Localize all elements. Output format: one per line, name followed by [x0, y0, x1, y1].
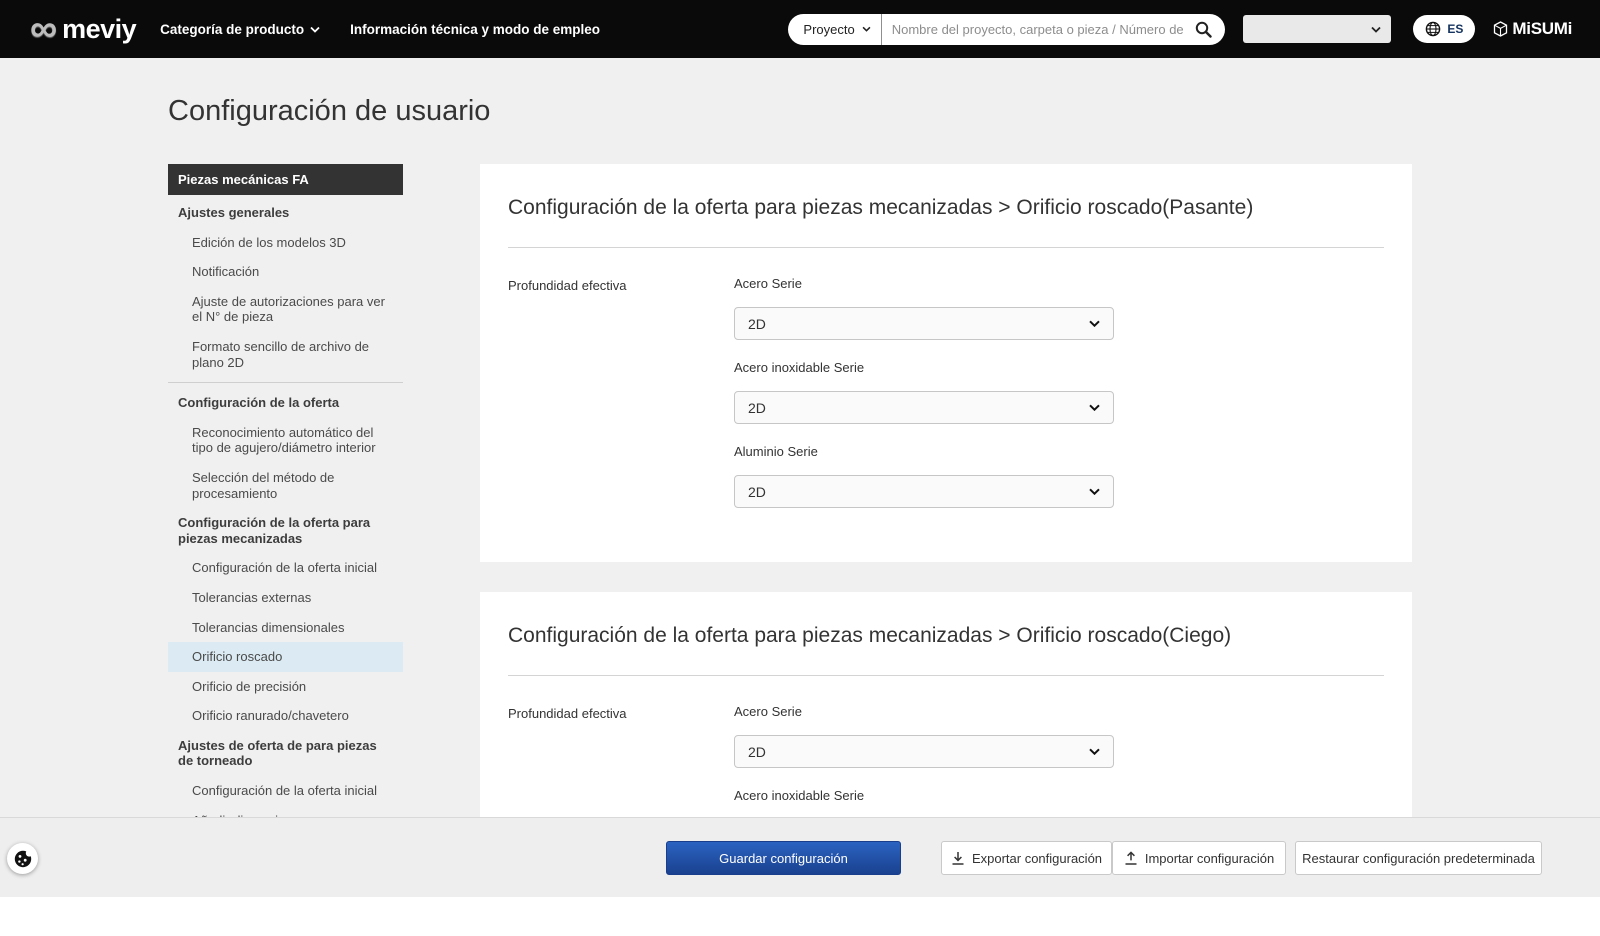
field-label-aluminio-serie: Aluminio Serie — [734, 444, 1384, 459]
cookie-settings-button[interactable] — [7, 843, 38, 874]
cube-icon — [1493, 21, 1508, 37]
sidebar-item-ajuste-autorizaciones[interactable]: Ajuste de autorizaciones para ver el N° … — [168, 287, 403, 332]
field-label-acero-inoxidable-serie: Acero inoxidable Serie — [734, 360, 1384, 375]
sidebar-item-orificio-roscado[interactable]: Orificio roscado — [168, 642, 403, 672]
field-label-acero-serie: Acero Serie — [734, 276, 1384, 291]
chevron-down-icon — [1089, 488, 1100, 495]
row-label-profundidad-efectiva: Profundidad efectiva — [508, 276, 734, 528]
sidebar-item-orificio-precision[interactable]: Orificio de precisión — [168, 672, 403, 702]
top-header: ∞ meviy Categoría de producto Informació… — [0, 0, 1600, 58]
action-footer: Guardar configuración Exportar configura… — [0, 817, 1600, 900]
card-divider — [508, 247, 1384, 248]
sidebar-section-ajustes-generales: Ajustes generales — [168, 198, 403, 228]
nav-technical-info[interactable]: Información técnica y modo de empleo — [350, 22, 600, 37]
settings-sidebar: Piezas mecánicas FA Ajustes generales Ed… — [168, 164, 403, 865]
chevron-down-icon — [1089, 748, 1100, 755]
sidebar-section-oferta-piezas-mecanizadas: Configuración de la oferta para piezas m… — [168, 508, 403, 553]
download-icon — [951, 851, 965, 866]
card-title: Configuración de la oferta para piezas m… — [508, 196, 1384, 220]
sidebar-item-formato-sencillo-2d[interactable]: Formato sencillo de archivo de plano 2D — [168, 332, 403, 377]
top-nav: Categoría de producto Información técnic… — [160, 22, 600, 37]
aluminio-serie-select[interactable]: 2D — [734, 475, 1114, 508]
chevron-down-icon — [1371, 26, 1381, 33]
misumi-logo[interactable]: MiSUMi — [1493, 19, 1572, 39]
language-label: ES — [1447, 22, 1463, 36]
import-configuration-button[interactable]: Importar configuración — [1112, 841, 1286, 875]
upload-icon — [1124, 851, 1138, 866]
meviy-logo[interactable]: ∞ meviy — [30, 14, 136, 45]
page-title: Configuración de usuario — [168, 95, 1600, 128]
sidebar-item-notificacion[interactable]: Notificación — [168, 257, 403, 287]
sidebar-item-orificio-ranurado[interactable]: Orificio ranurado/chavetero — [168, 701, 403, 731]
sidebar-item-oferta-inicial-torneado[interactable]: Configuración de la oferta inicial — [168, 776, 403, 806]
card-orificio-roscado-pasante: Configuración de la oferta para piezas m… — [480, 164, 1412, 562]
restore-default-configuration-button[interactable]: Restaurar configuración predeterminada — [1295, 841, 1542, 875]
sidebar-section-piezas-torneado: Ajustes de oferta de para piezas de torn… — [168, 731, 403, 776]
search-input[interactable] — [882, 22, 1192, 37]
sidebar-divider — [168, 382, 403, 383]
nav-product-category[interactable]: Categoría de producto — [160, 22, 320, 37]
export-configuration-button[interactable]: Exportar configuración — [941, 841, 1112, 875]
page-content: Configuración de usuario Piezas mecánica… — [0, 58, 1600, 900]
search-icon — [1195, 21, 1212, 38]
sidebar-section-configuracion-oferta: Configuración de la oferta — [168, 388, 403, 418]
sidebar-item-reconocimiento-automatico[interactable]: Reconocimiento automático del tipo de ag… — [168, 418, 403, 463]
field-label-acero-serie: Acero Serie — [734, 704, 1384, 719]
sidebar-item-tolerancias-externas[interactable]: Tolerancias externas — [168, 583, 403, 613]
search-scope-select[interactable]: Proyecto — [788, 14, 880, 45]
chevron-down-icon — [1089, 320, 1100, 327]
search-bar: Proyecto — [788, 14, 1225, 45]
cookie-icon — [13, 849, 33, 869]
save-configuration-button[interactable]: Guardar configuración — [666, 841, 901, 875]
card-title: Configuración de la oferta para piezas m… — [508, 624, 1384, 648]
chevron-down-icon — [310, 26, 320, 33]
sidebar-item-tolerancias-dimensionales[interactable]: Tolerancias dimensionales — [168, 613, 403, 643]
card-divider — [508, 675, 1384, 676]
search-button[interactable] — [1191, 21, 1225, 38]
misumi-brand-text: MiSUMi — [1512, 19, 1572, 39]
language-button[interactable]: ES — [1413, 15, 1475, 43]
sidebar-item-seleccion-metodo[interactable]: Selección del método de procesamiento — [168, 463, 403, 508]
meviy-brand-text: meviy — [62, 14, 136, 45]
header-dropdown[interactable] — [1243, 15, 1391, 43]
globe-icon — [1425, 21, 1441, 37]
sidebar-item-oferta-inicial-mecanizadas[interactable]: Configuración de la oferta inicial — [168, 553, 403, 583]
sidebar-item-piezas-mecanicas-fa[interactable]: Piezas mecánicas FA — [168, 164, 403, 195]
chevron-down-icon — [1089, 404, 1100, 411]
chevron-down-icon — [862, 26, 871, 32]
acero-inoxidable-serie-select[interactable]: 2D — [734, 391, 1114, 424]
sidebar-item-edicion-modelos-3d[interactable]: Edición de los modelos 3D — [168, 228, 403, 258]
acero-serie-select-ciego[interactable]: 2D — [734, 735, 1114, 768]
acero-serie-select[interactable]: 2D — [734, 307, 1114, 340]
field-label-acero-inoxidable-serie: Acero inoxidable Serie — [734, 788, 1384, 803]
